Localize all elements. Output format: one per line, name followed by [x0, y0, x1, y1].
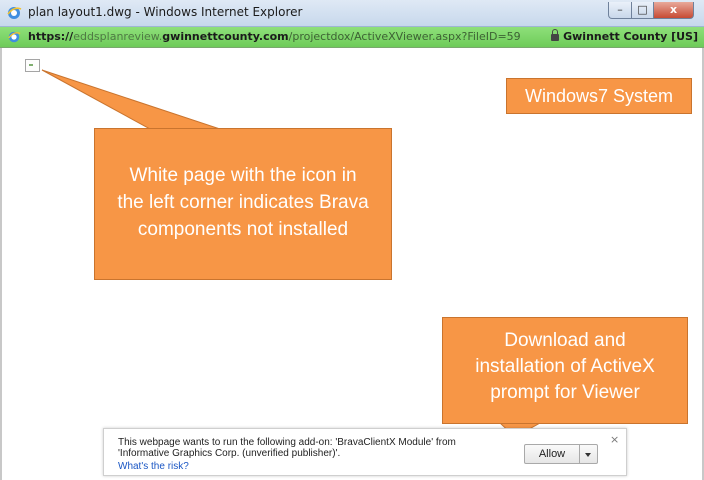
addon-notification-bar: This webpage wants to run the following … — [103, 428, 627, 476]
window-controls: – □ x — [608, 2, 694, 20]
allow-dropdown-button[interactable] — [580, 444, 598, 464]
title-bar: plan layout1.dwg - Windows Internet Expl… — [0, 0, 704, 27]
url-subdomain: eddsplanreview. — [73, 30, 163, 43]
security-identity[interactable]: Gwinnett County [US] — [551, 29, 698, 43]
whats-the-risk-link[interactable]: What's the risk? — [118, 461, 189, 472]
allow-button[interactable]: Allow — [524, 444, 580, 464]
brava-missing-callout: White page with the icon in the left cor… — [94, 128, 392, 280]
activex-callout-line-2: installation of ActiveX — [475, 356, 655, 377]
allow-button-group: Allow — [524, 444, 598, 464]
addon-message-line-2: 'Informative Graphics Corp. (unverified … — [118, 448, 341, 459]
window-title: plan layout1.dwg - Windows Internet Expl… — [28, 5, 303, 19]
close-notification-icon[interactable]: × — [610, 433, 619, 446]
windows-system-label: Windows7 System — [524, 86, 674, 106]
activex-callout-line-1: Download and — [504, 330, 626, 351]
windows-system-callout: Windows7 System — [506, 78, 692, 114]
addon-message-line-1: This webpage wants to run the following … — [118, 437, 456, 448]
close-button[interactable]: x — [654, 2, 694, 19]
ie-icon — [8, 31, 21, 43]
url-path: /projectdox/ActiveXViewer.aspx?FileID=59 — [288, 30, 521, 43]
url-domain: gwinnettcounty.com — [162, 30, 289, 43]
minimize-button[interactable]: – — [608, 2, 632, 19]
security-label: Gwinnett County [US] — [563, 30, 698, 43]
window-left-border — [0, 48, 2, 480]
brava-callout-line-2: the left corner indicates Brava — [117, 192, 369, 213]
addon-message: This webpage wants to run the following … — [118, 437, 478, 459]
url-field[interactable]: https://eddsplanreview.gwinnettcounty.co… — [28, 30, 521, 43]
brava-callout-line-3: components not installed — [137, 219, 349, 240]
ie-icon — [7, 7, 22, 19]
maximize-button[interactable]: □ — [632, 2, 654, 19]
brava-callout-line-1: White page with the icon in — [129, 165, 357, 186]
broken-plugin-icon — [25, 59, 40, 72]
activex-prompt-callout: Download and installation of ActiveX pro… — [442, 317, 688, 424]
lock-icon — [551, 29, 560, 41]
address-bar[interactable]: https://eddsplanreview.gwinnettcounty.co… — [0, 27, 704, 48]
activex-callout-line-3: prompt for Viewer — [490, 382, 640, 403]
url-protocol: https:// — [28, 30, 74, 43]
